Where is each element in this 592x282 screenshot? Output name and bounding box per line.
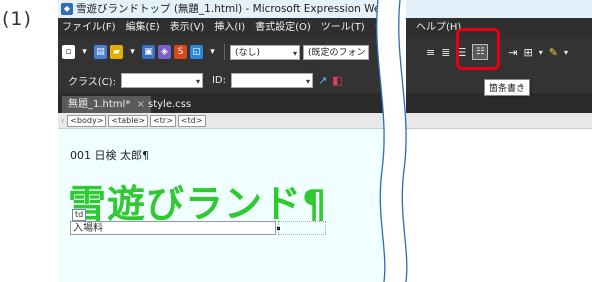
chevron-down-icon: ▾ <box>195 76 200 86</box>
page-heading: 雪遊びランド¶ <box>68 182 328 226</box>
tooltip-bullets: 箇条書き <box>484 79 531 96</box>
menu-view[interactable]: 表示(V) <box>170 22 205 33</box>
editor-window-right: ヘルプ(H) ≡ ≣ ☰ ☷ ⇥ ⊞ ▾ ✎ ▾ 箇条書き <box>406 0 592 282</box>
menu-help[interactable]: ヘルプ(H) <box>416 22 461 33</box>
borders-icon[interactable]: ⊞ <box>524 46 533 59</box>
font-select[interactable]: (既定のフォント <box>303 44 369 73</box>
highlight-box <box>456 28 500 70</box>
window-title: 雪遊びランドトップ (無題_1.html) - Microsoft Expres… <box>76 3 384 15</box>
table-cell-text: 入場料 <box>73 223 103 234</box>
indent-icon[interactable]: ⇥ <box>508 46 517 59</box>
menu-tools[interactable]: ツール(T) <box>321 22 365 33</box>
id-select[interactable]: ▾ <box>231 72 313 88</box>
save-icon[interactable]: ▣ <box>142 45 155 59</box>
chevron-down-icon: ▾ <box>292 48 297 58</box>
quick-tag-selector: ‹ <body> <table> <tr> <td> <box>58 113 384 129</box>
document-tabs: 無題_1.html* × style.css <box>58 93 384 113</box>
tag-tr[interactable]: <tr> <box>150 115 176 127</box>
chevron-down-icon[interactable]: ▾ <box>539 48 543 57</box>
chevron-down-icon: ▾ <box>305 76 310 86</box>
toolbar-separator <box>224 44 225 60</box>
open-icon[interactable]: ▰ <box>110 45 123 59</box>
step-label: (1) <box>2 8 32 30</box>
highlight-color-icon[interactable]: ✎ <box>549 46 558 59</box>
align-center-icon[interactable]: ≡ <box>426 46 435 59</box>
attach-style-icon[interactable]: ◧ <box>332 74 342 87</box>
style-toolbar: クラス(C): ▾ ID: ▾ ↗ ◧ <box>58 67 384 93</box>
new-style-icon[interactable]: ↗ <box>318 74 327 87</box>
style-select-value: (なし) <box>235 47 261 58</box>
title-bar-right <box>406 0 592 18</box>
menu-file[interactable]: ファイル(F) <box>62 22 116 33</box>
sp-icon[interactable]: S <box>174 45 187 59</box>
dropdown-arrow-icon[interactable]: ▾ <box>206 45 219 59</box>
menu-format[interactable]: 書式設定(O) <box>255 22 311 33</box>
class-label: クラス(C): <box>68 76 116 88</box>
tab-style-css-label: style.css <box>148 99 192 110</box>
quick-tag-selector-right <box>406 113 592 129</box>
id-label: ID: <box>211 74 226 86</box>
table-cell-empty[interactable] <box>278 221 326 235</box>
design-view[interactable]: 001 日検 太郎¶ 雪遊びランド¶ td 入場料 <box>58 129 384 282</box>
publish-icon[interactable]: ◈ <box>158 45 171 59</box>
tab-style-css[interactable]: style.css <box>142 96 197 113</box>
menu-edit[interactable]: 編集(E) <box>126 22 160 33</box>
tab-untitled-label: 無題_1.html* <box>68 99 131 110</box>
tag-table[interactable]: <table> <box>108 115 149 127</box>
dropdown-arrow-icon[interactable]: ▾ <box>126 45 139 59</box>
preview-icon[interactable]: ◱ <box>190 45 203 59</box>
align-right-icon[interactable]: ≣ <box>441 46 450 59</box>
menu-bar: ファイル(F)編集(E)表示(V)挿入(I)書式設定(O)ツール(T)テーブ <box>58 18 384 37</box>
style-select[interactable]: (なし) ▾ <box>230 44 300 60</box>
td-badge: td <box>72 209 87 221</box>
menu-insert[interactable]: 挿入(I) <box>214 22 245 33</box>
app-icon: ◆ <box>61 3 73 15</box>
class-select[interactable]: ▾ <box>120 72 203 88</box>
new-page-icon[interactable]: ▫ <box>62 45 75 59</box>
editor-window-left: ◆ 雪遊びランドトップ (無題_1.html) - Microsoft Expr… <box>58 0 384 282</box>
title-bar: ◆ 雪遊びランドトップ (無題_1.html) - Microsoft Expr… <box>58 0 384 18</box>
standard-toolbar: ▫ ▾ ▤ ▰ ▾ ▣ ◈ S ◱ ▾ (なし) ▾ (既定のフォント <box>58 37 384 73</box>
tab-untitled[interactable]: 無題_1.html* × <box>62 96 151 113</box>
open-folder-icon[interactable]: ▤ <box>94 45 107 59</box>
split-divider <box>376 0 408 282</box>
table-cell-admission[interactable]: 入場料 <box>70 221 276 235</box>
chevron-left-icon[interactable]: ‹ <box>61 116 64 125</box>
editor-line-author: 001 日検 太郎¶ <box>70 149 149 162</box>
chevron-down-icon[interactable]: ▾ <box>564 48 568 57</box>
document-tabs-right <box>406 93 592 113</box>
dropdown-arrow-icon[interactable]: ▾ <box>78 45 91 59</box>
tag-body[interactable]: <body> <box>67 115 107 127</box>
tag-td[interactable]: <td> <box>177 115 206 127</box>
